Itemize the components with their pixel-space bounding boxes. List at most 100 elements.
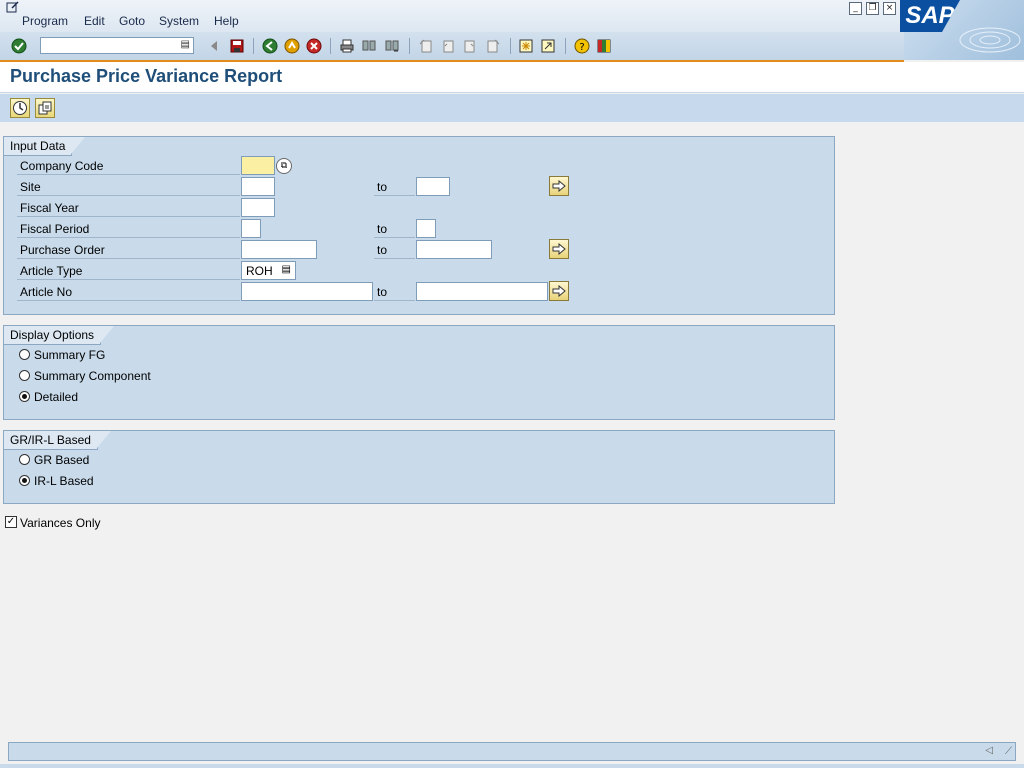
last-page-icon[interactable] bbox=[484, 37, 502, 55]
summary-component-label: Summary Component bbox=[34, 369, 151, 383]
fiscal-period-from-input[interactable] bbox=[242, 220, 260, 237]
menu-edit[interactable]: Edit bbox=[84, 14, 105, 28]
variances-only-label: Variances Only bbox=[20, 516, 101, 530]
enter-icon[interactable] bbox=[10, 37, 28, 55]
article-type-value: ROH bbox=[246, 264, 273, 278]
next-page-icon[interactable] bbox=[461, 37, 479, 55]
label-underline bbox=[374, 258, 415, 259]
article-no-from-input[interactable] bbox=[242, 283, 372, 300]
fiscal-period-from-field[interactable] bbox=[241, 219, 261, 238]
ir-l-based-radio[interactable] bbox=[19, 475, 30, 486]
summary-fg-radio[interactable] bbox=[19, 349, 30, 360]
new-session-icon[interactable] bbox=[517, 37, 535, 55]
save-icon[interactable] bbox=[228, 37, 246, 55]
back-arrow-icon[interactable] bbox=[205, 37, 223, 55]
close-icon[interactable]: × bbox=[883, 2, 896, 15]
menu-program[interactable]: Program bbox=[22, 14, 68, 28]
site-to-field[interactable] bbox=[416, 177, 450, 196]
fiscal-year-input[interactable] bbox=[242, 199, 274, 216]
purchase-order-from-input[interactable] bbox=[242, 241, 316, 258]
variances-only-checkbox[interactable]: ✓ bbox=[5, 516, 17, 528]
find-icon[interactable] bbox=[360, 37, 378, 55]
first-page-icon[interactable] bbox=[417, 37, 435, 55]
article-no-label: Article No bbox=[20, 285, 73, 299]
value-help-icon[interactable]: ⧉ bbox=[276, 158, 292, 174]
execute-icon bbox=[13, 101, 27, 115]
site-multiple-selection-button[interactable] bbox=[549, 176, 569, 196]
summary-component-radio[interactable] bbox=[19, 370, 30, 381]
gr-ir-group: GR/IR-L Based bbox=[3, 430, 835, 504]
toolbar-separator bbox=[565, 38, 566, 54]
purchase-order-to-input[interactable] bbox=[417, 241, 491, 258]
label-underline bbox=[17, 279, 240, 280]
company-code-field[interactable] bbox=[241, 156, 275, 175]
purchase-order-label: Purchase Order bbox=[20, 243, 105, 257]
gr-based-radio[interactable] bbox=[19, 454, 30, 465]
fiscal-year-field[interactable] bbox=[241, 198, 275, 217]
ir-l-based-label: IR-L Based bbox=[34, 474, 94, 488]
company-code-input[interactable] bbox=[242, 157, 274, 174]
fiscal-period-to-input[interactable] bbox=[417, 220, 435, 237]
purchase-order-to-field[interactable] bbox=[416, 240, 492, 259]
site-to-input[interactable] bbox=[417, 178, 449, 195]
cancel-icon[interactable] bbox=[305, 37, 323, 55]
menu-help[interactable]: Help bbox=[214, 14, 239, 28]
fiscal-year-label: Fiscal Year bbox=[20, 201, 79, 215]
article-no-to-label: to bbox=[377, 285, 388, 299]
window-controls: _ ❐ × bbox=[849, 2, 896, 15]
exit-icon[interactable] bbox=[283, 37, 301, 55]
arrow-right-icon bbox=[552, 180, 566, 192]
site-from-input[interactable] bbox=[242, 178, 274, 195]
status-expand-icon[interactable]: ◁ bbox=[985, 745, 993, 756]
menu-system[interactable]: System bbox=[159, 14, 199, 28]
help-icon[interactable]: ? bbox=[573, 37, 591, 55]
application-toolbar bbox=[0, 94, 1024, 122]
purchase-order-from-field[interactable] bbox=[241, 240, 317, 259]
article-type-label: Article Type bbox=[20, 264, 83, 278]
command-field[interactable]: ▤ bbox=[40, 37, 194, 54]
site-to-label: to bbox=[377, 180, 388, 194]
execute-button[interactable] bbox=[10, 98, 30, 118]
label-underline bbox=[17, 174, 240, 175]
detailed-label: Detailed bbox=[34, 390, 79, 404]
toolbar-separator bbox=[253, 38, 254, 54]
gr-ir-title: GR/IR-L Based bbox=[4, 431, 111, 450]
article-no-from-field[interactable] bbox=[241, 282, 373, 301]
resize-grip-icon[interactable]: ⟋ bbox=[1005, 746, 1012, 757]
back-icon[interactable] bbox=[261, 37, 279, 55]
article-no-multiple-selection-button[interactable] bbox=[549, 281, 569, 301]
toolbar-separator bbox=[510, 38, 511, 54]
restore-icon[interactable]: ❐ bbox=[866, 2, 879, 15]
label-underline bbox=[17, 258, 240, 259]
dropdown-icon[interactable]: ▤ bbox=[181, 39, 190, 50]
find-next-icon[interactable] bbox=[383, 37, 401, 55]
print-icon[interactable] bbox=[338, 37, 356, 55]
label-underline bbox=[374, 195, 415, 196]
label-underline bbox=[17, 195, 240, 196]
page-title: Purchase Price Variance Report bbox=[10, 66, 283, 86]
gr-based-label: GR Based bbox=[34, 453, 90, 467]
minimize-icon[interactable]: _ bbox=[849, 2, 862, 15]
article-no-to-input[interactable] bbox=[417, 283, 547, 300]
arrow-right-icon bbox=[552, 285, 566, 297]
display-options-title: Display Options bbox=[4, 326, 115, 345]
shortcut-icon[interactable] bbox=[539, 37, 557, 55]
dropdown-icon[interactable]: ▤ bbox=[282, 264, 291, 275]
article-no-to-field[interactable] bbox=[416, 282, 548, 301]
menu-goto[interactable]: Goto bbox=[119, 14, 145, 28]
detailed-radio[interactable] bbox=[19, 391, 30, 402]
label-underline bbox=[17, 237, 240, 238]
get-variant-button[interactable] bbox=[35, 98, 55, 118]
site-from-field[interactable] bbox=[241, 177, 275, 196]
sap-logo: SAP bbox=[900, 0, 1024, 60]
fiscal-period-to-field[interactable] bbox=[416, 219, 436, 238]
layout-icon[interactable] bbox=[595, 37, 613, 55]
command-input[interactable] bbox=[41, 39, 181, 53]
label-underline bbox=[17, 300, 240, 301]
input-data-title: Input Data bbox=[4, 137, 86, 156]
previous-page-icon[interactable] bbox=[439, 37, 457, 55]
site-label: Site bbox=[20, 180, 41, 194]
purchase-order-multiple-selection-button[interactable] bbox=[549, 239, 569, 259]
article-type-dropdown[interactable]: ROH ▤ bbox=[241, 261, 296, 280]
system-menu-icon[interactable] bbox=[6, 1, 20, 13]
